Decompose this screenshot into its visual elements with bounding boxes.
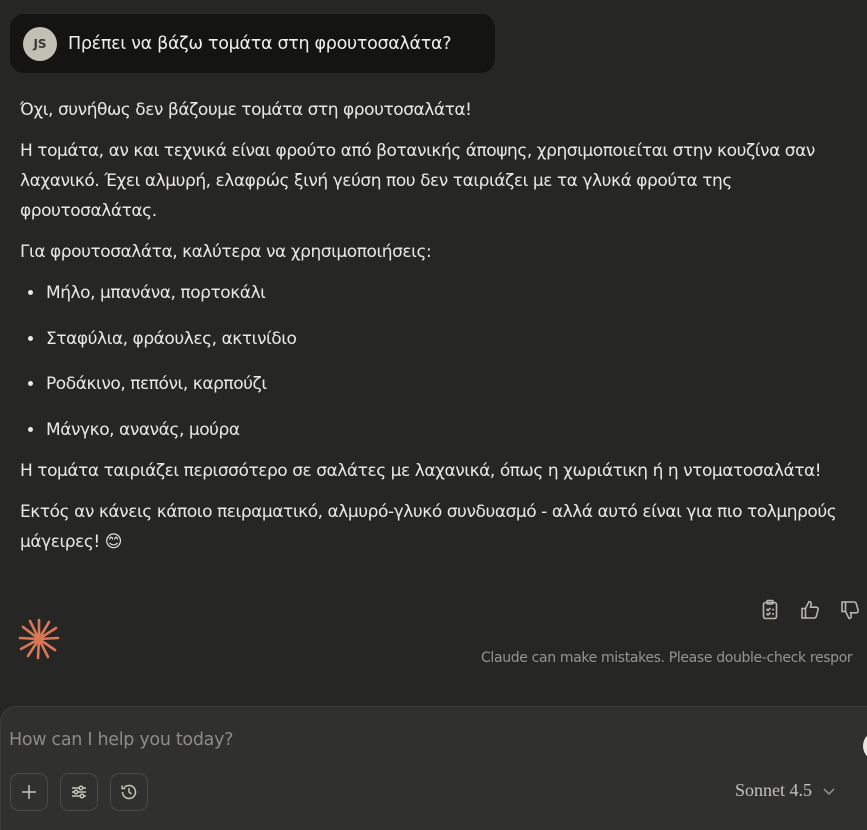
plus-icon xyxy=(22,785,36,799)
clock-icon xyxy=(121,784,137,800)
tools-button[interactable] xyxy=(60,773,98,811)
add-button[interactable] xyxy=(10,773,48,811)
response-paragraph: Η τομάτα, αν και τεχνικά είναι φρούτο απ… xyxy=(20,141,815,221)
copy-button[interactable] xyxy=(758,598,782,622)
user-avatar[interactable]: JS xyxy=(23,26,57,61)
model-selector[interactable]: Sonnet 4.5 xyxy=(735,780,836,801)
list-item: Μάνγκο, ανανάς, μούρα xyxy=(45,415,867,445)
message-actions xyxy=(758,598,862,622)
history-button[interactable] xyxy=(110,773,148,811)
thumbs-down-button[interactable] xyxy=(838,598,862,622)
copy-icon xyxy=(762,599,778,620)
model-name: Sonnet 4.5 xyxy=(735,780,813,800)
disclaimer-text: Claude can make mistakes. Please double-… xyxy=(481,650,853,666)
response-paragraph: Εκτός αν κάνεις κάποιο πειραματικό, αλμυ… xyxy=(20,501,837,552)
claude-logo-icon xyxy=(18,618,60,660)
composer: Sonnet 4.5 xyxy=(0,706,867,830)
chevron-down-icon xyxy=(823,787,835,795)
response-paragraph: Για φρουτοσαλάτα, καλύτερα να χρησιμοποι… xyxy=(20,242,432,262)
response-paragraph: Η τομάτα ταιριάζει περισσότερο σε σαλάτε… xyxy=(20,460,822,481)
user-message-text: Πρέπει να βάζω τομάτα στη φρουτοσαλάτα? xyxy=(68,33,452,54)
message-input[interactable] xyxy=(9,725,849,755)
sliders-icon xyxy=(72,785,86,799)
send-button[interactable] xyxy=(863,731,867,761)
thumbs-up-button[interactable] xyxy=(798,598,822,622)
response-paragraph: Όχι, συνήθως δεν βάζουμε τομάτα στη φρου… xyxy=(20,100,472,120)
user-message-bubble: JS Πρέπει να βάζω τομάτα στη φρουτοσαλάτ… xyxy=(10,14,495,73)
list-item: Μήλο, μπανάνα, πορτοκάλι xyxy=(45,278,867,308)
list-item: Σταφύλια, φράουλες, ακτινίδιο xyxy=(45,324,867,354)
list-item: Ροδάκινο, πεπόνι, καρπούζι xyxy=(45,369,867,399)
assistant-response: Όχι, συνήθως δεν βάζουμε τομάτα στη φρου… xyxy=(20,95,867,568)
chat-page: JS Πρέπει να βάζω τομάτα στη φρουτοσαλάτ… xyxy=(0,0,867,830)
thumbs-down-icon xyxy=(841,601,859,620)
thumbs-up-icon xyxy=(801,600,819,619)
fruit-list: Μήλο, μπανάνα, πορτοκάλι Σταφύλια, φράου… xyxy=(20,278,867,445)
